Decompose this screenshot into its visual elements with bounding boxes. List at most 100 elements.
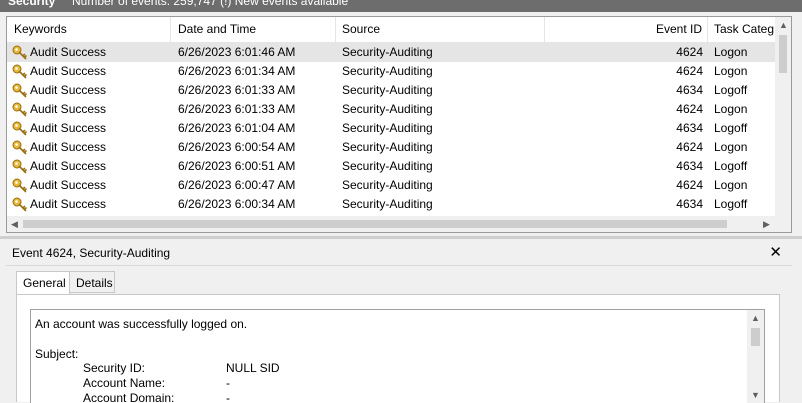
description-vertical-scrollbar[interactable]: ▲ ▼ bbox=[747, 310, 764, 403]
detail-title: Event 4624, Security-Auditing bbox=[12, 246, 171, 260]
key-icon bbox=[12, 83, 27, 98]
tab-general[interactable]: General bbox=[16, 271, 70, 295]
subject-label: Subject: bbox=[35, 347, 79, 361]
cell-date-time: 6/26/2023 6:00:54 AM bbox=[178, 140, 296, 154]
table-row[interactable]: Audit Success 6/26/2023 6:01:34 AM Securit… bbox=[7, 62, 777, 81]
table-row[interactable]: Audit Success 6/26/2023 6:01:04 AM Securit… bbox=[7, 119, 777, 138]
field-value-account-name: - bbox=[226, 376, 230, 390]
field-value-security-id: NULL SID bbox=[226, 361, 280, 375]
column-header-event-id[interactable]: Event ID bbox=[545, 17, 708, 42]
cell-source: Security-Auditing bbox=[342, 102, 433, 116]
cell-task-category: Logoff bbox=[714, 159, 748, 173]
table-row[interactable]: Audit Success 6/26/2023 6:01:33 AM Securit… bbox=[7, 100, 777, 119]
list-hscroll-thumb[interactable] bbox=[23, 220, 727, 228]
key-icon bbox=[12, 197, 27, 212]
cell-task-category: Logoff bbox=[714, 197, 748, 211]
field-label-account-domain: Account Domain: bbox=[83, 391, 175, 403]
column-header-row: Keywords Date and Time Source Event ID T… bbox=[7, 17, 777, 43]
cell-date-time: 6/26/2023 6:00:34 AM bbox=[178, 197, 296, 211]
cell-event-id: 4634 bbox=[676, 121, 703, 135]
cell-source: Security-Auditing bbox=[342, 197, 433, 211]
list-vertical-scrollbar[interactable]: ▲ bbox=[775, 17, 791, 217]
cell-task-category: Logon bbox=[714, 64, 748, 78]
cell-task-category: Logon bbox=[714, 140, 748, 154]
field-value-account-domain: - bbox=[226, 391, 230, 403]
description-scroll-down-arrow-icon[interactable]: ▼ bbox=[751, 390, 760, 400]
cell-source: Security-Auditing bbox=[342, 121, 433, 135]
cell-date-time: 6/26/2023 6:01:46 AM bbox=[178, 45, 296, 59]
cell-date-time: 6/26/2023 6:01:33 AM bbox=[178, 102, 296, 116]
event-message: An account was successfully logged on. bbox=[35, 317, 248, 331]
cell-task-category: Logoff bbox=[714, 121, 748, 135]
description-scroll-up-arrow-icon[interactable]: ▲ bbox=[751, 313, 760, 323]
cell-source: Security-Auditing bbox=[342, 64, 433, 78]
cell-task-category: Logon bbox=[714, 102, 748, 116]
cell-event-id: 4634 bbox=[676, 197, 703, 211]
cell-event-id: 4634 bbox=[676, 83, 703, 97]
cell-keywords: Audit Success bbox=[30, 159, 107, 173]
cell-keywords: Audit Success bbox=[30, 102, 107, 116]
scroll-corner bbox=[775, 216, 791, 232]
cell-date-time: 6/26/2023 6:01:04 AM bbox=[178, 121, 296, 135]
key-icon bbox=[12, 102, 27, 117]
cell-date-time: 6/26/2023 6:00:51 AM bbox=[178, 159, 296, 173]
column-header-date-time[interactable]: Date and Time bbox=[171, 17, 336, 42]
table-row[interactable]: Audit Success 6/26/2023 6:00:47 AM Securit… bbox=[7, 176, 777, 195]
cell-source: Security-Auditing bbox=[342, 83, 433, 97]
key-icon bbox=[12, 121, 27, 136]
description-vscroll-thumb[interactable] bbox=[751, 328, 760, 346]
table-row[interactable]: Audit Success 6/26/2023 6:00:34 AM Securit… bbox=[7, 195, 777, 214]
key-icon bbox=[12, 45, 27, 60]
cell-event-id: 4624 bbox=[676, 102, 703, 116]
table-row[interactable]: Audit Success 6/26/2023 6:01:46 AM Securit… bbox=[7, 43, 777, 62]
cell-keywords: Audit Success bbox=[30, 64, 107, 78]
event-list[interactable]: Keywords Date and Time Source Event ID T… bbox=[6, 16, 792, 233]
cell-event-id: 4624 bbox=[676, 140, 703, 154]
cell-event-id: 4624 bbox=[676, 64, 703, 78]
detail-header: Event 4624, Security-Auditing ✕ bbox=[6, 241, 792, 266]
general-tab-panel: An account was successfully logged on. S… bbox=[16, 294, 780, 403]
pane-splitter[interactable] bbox=[0, 236, 802, 239]
scroll-left-arrow-icon[interactable]: ◀ bbox=[11, 219, 18, 229]
cell-keywords: Audit Success bbox=[30, 178, 107, 192]
list-vscroll-thumb[interactable] bbox=[779, 35, 787, 73]
tab-details[interactable]: Details bbox=[69, 271, 115, 293]
cell-date-time: 6/26/2023 6:01:33 AM bbox=[178, 83, 296, 97]
key-icon bbox=[12, 64, 27, 79]
cell-event-id: 4634 bbox=[676, 159, 703, 173]
field-label-account-name: Account Name: bbox=[83, 376, 166, 390]
event-count: Number of events: 259,747 (!) New events… bbox=[72, 0, 349, 8]
table-row[interactable]: Audit Success 6/26/2023 6:00:54 AM Securit… bbox=[7, 138, 777, 157]
cell-event-id: 4624 bbox=[676, 45, 703, 59]
key-icon bbox=[12, 178, 27, 193]
cell-source: Security-Auditing bbox=[342, 159, 433, 173]
cell-date-time: 6/26/2023 6:00:47 AM bbox=[178, 178, 296, 192]
cell-keywords: Audit Success bbox=[30, 83, 107, 97]
cell-source: Security-Auditing bbox=[342, 45, 433, 59]
key-icon bbox=[12, 159, 27, 174]
list-horizontal-scrollbar[interactable]: ◀ ▶ bbox=[7, 216, 777, 232]
close-icon[interactable]: ✕ bbox=[769, 243, 782, 261]
cell-keywords: Audit Success bbox=[30, 197, 107, 211]
cell-event-id: 4624 bbox=[676, 178, 703, 192]
event-description-textbox[interactable]: An account was successfully logged on. S… bbox=[30, 309, 765, 403]
key-icon bbox=[12, 140, 27, 155]
cell-keywords: Audit Success bbox=[30, 45, 107, 59]
cell-keywords: Audit Success bbox=[30, 140, 107, 154]
column-header-task-category[interactable]: Task Categ bbox=[708, 17, 777, 42]
cell-task-category: Logon bbox=[714, 178, 748, 192]
cell-task-category: Logon bbox=[714, 45, 748, 59]
column-header-keywords[interactable]: Keywords bbox=[7, 17, 171, 42]
field-label-security-id: Security ID: bbox=[83, 361, 146, 375]
scroll-up-arrow-icon[interactable]: ▲ bbox=[779, 20, 788, 30]
scroll-right-arrow-icon[interactable]: ▶ bbox=[763, 219, 770, 229]
cell-date-time: 6/26/2023 6:01:34 AM bbox=[178, 64, 296, 78]
table-row[interactable]: Audit Success 6/26/2023 6:01:33 AM Securit… bbox=[7, 81, 777, 100]
table-row[interactable]: Audit Success 6/26/2023 6:00:51 AM Securit… bbox=[7, 157, 777, 176]
log-title-bar: Security Number of events: 259,747 (!) N… bbox=[0, 0, 802, 12]
cell-source: Security-Auditing bbox=[342, 140, 433, 154]
log-title: Security bbox=[8, 0, 56, 8]
cell-keywords: Audit Success bbox=[30, 121, 107, 135]
cell-source: Security-Auditing bbox=[342, 178, 433, 192]
column-header-source[interactable]: Source bbox=[336, 17, 545, 42]
